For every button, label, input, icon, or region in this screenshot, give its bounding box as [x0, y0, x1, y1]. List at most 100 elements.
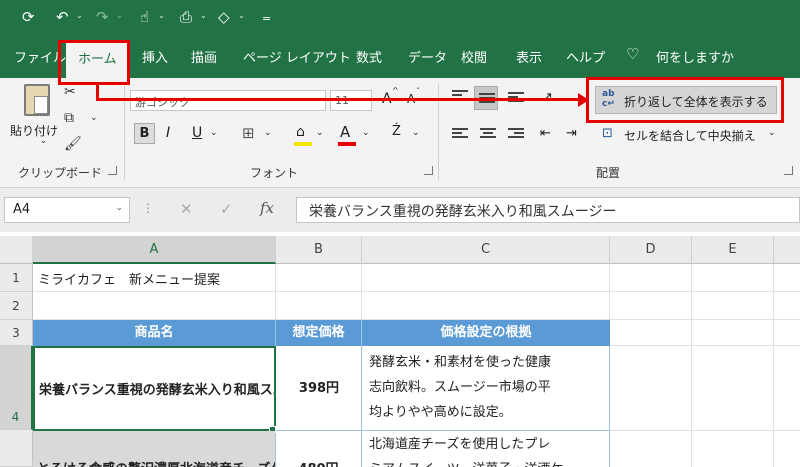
fill-color-bar [294, 142, 312, 146]
gridline [691, 264, 692, 467]
gridline [361, 264, 362, 320]
chevron-down-icon: ⌄ [115, 203, 123, 213]
formula-bar-grip-icon: ⋮ [142, 201, 154, 215]
paste-icon[interactable] [24, 84, 50, 116]
font-color-bar [338, 142, 356, 146]
italic-button[interactable]: I [166, 125, 170, 141]
borders-icon[interactable]: ⊞ [242, 124, 255, 142]
annotation-box-wrap-text [586, 77, 784, 123]
tab-formulas[interactable]: 数式 [356, 47, 382, 66]
enter-icon[interactable]: ✓ [220, 200, 233, 218]
touch-dropdown-icon[interactable]: ⌄ [158, 11, 165, 20]
undo-dropdown-icon[interactable]: ⌄ [76, 11, 83, 20]
column-header-d[interactable]: D [610, 236, 692, 264]
column-header-b[interactable]: B [276, 236, 362, 264]
bold-button[interactable]: B [134, 123, 155, 144]
row-header-5[interactable] [0, 430, 33, 467]
redo-dropdown-icon[interactable]: ⌄ [116, 11, 123, 20]
cell-c5-line: 北海道産チーズを使用したプレ [369, 437, 551, 452]
tab-review[interactable]: 校閲 [461, 47, 487, 66]
table-border [361, 346, 362, 467]
tab-view[interactable]: 表示 [516, 47, 542, 66]
cell-a5-text: とろける食感の贅沢濃厚北海道産チーズケーキ [37, 458, 275, 467]
group-label-alignment: 配置 [596, 166, 621, 180]
cell-b5[interactable]: 480円 [276, 431, 361, 467]
print-preview-icon[interactable]: ⎙ [180, 8, 192, 26]
tab-data[interactable]: データ [408, 47, 447, 66]
tab-insert[interactable]: 挿入 [142, 47, 168, 66]
align-left-icon[interactable] [452, 128, 468, 142]
tab-draw[interactable]: 描画 [191, 47, 217, 66]
cut-icon[interactable]: ✂ [64, 82, 76, 102]
row-header-1[interactable]: 1 [0, 264, 33, 292]
formula-input[interactable]: 栄養バランス重視の発酵玄米入り和風スムージー [296, 197, 800, 223]
column-header-f[interactable] [774, 236, 800, 264]
select-all-corner[interactable] [0, 236, 33, 264]
table-header-price[interactable]: 想定価格 [276, 320, 362, 346]
cell-c4[interactable]: 発酵玄米・和素材を使った健康 志向飲料。スムージー市場の平 均よりやや高めに設定… [369, 350, 551, 425]
font-color-button[interactable]: A [340, 123, 350, 141]
merge-dropdown-icon[interactable]: ⌄ [768, 128, 776, 138]
autosave-icon[interactable]: ⟳ [22, 8, 35, 26]
font-color-dropdown-icon[interactable]: ⌄ [362, 128, 370, 138]
phonetic-icon[interactable]: Ź [392, 124, 401, 139]
cell-b4[interactable]: 398円 [276, 377, 362, 396]
clipboard-launcher-icon[interactable] [108, 166, 117, 175]
copy-dropdown-icon[interactable]: ⌄ [90, 108, 98, 128]
copy-icon[interactable]: ⧉ [64, 108, 74, 128]
table-header-name[interactable]: 商品名 [33, 320, 276, 346]
group-label-font: フォント [250, 166, 299, 180]
formula-buttons: ✕ ✓ fx [158, 197, 294, 223]
tab-help[interactable]: ヘルプ [566, 47, 605, 66]
paste-dropdown-icon[interactable]: ⌄ [40, 136, 47, 145]
undo-icon[interactable]: ↶ [56, 8, 69, 26]
cell-a1[interactable]: ミライカフェ 新メニュー提案 [38, 269, 220, 288]
cell-a4-text: 栄養バランス重視の発酵玄米入り和風スムージー [39, 383, 274, 398]
column-header-c[interactable]: C [362, 236, 610, 264]
decrease-indent-icon[interactable]: ⇤ [540, 126, 551, 141]
redo-icon[interactable]: ↷ [96, 8, 109, 26]
merge-center-button[interactable]: セルを結合して中央揃え [624, 127, 756, 144]
cell-a5[interactable]: とろける食感の贅沢濃厚北海道産チーズケーキ [33, 431, 275, 467]
column-header-a[interactable]: A [33, 236, 276, 264]
format-painter-icon[interactable]: 🖌 [64, 134, 82, 154]
alignment-launcher-icon[interactable] [784, 166, 793, 175]
cancel-icon[interactable]: ✕ [180, 200, 193, 218]
tab-page-layout[interactable]: ページ レイアウト [243, 47, 351, 66]
tell-me-search[interactable]: 何をしますか [656, 47, 734, 66]
table-header-basis[interactable]: 価格設定の根拠 [362, 320, 610, 346]
row-header-2[interactable]: 2 [0, 292, 33, 320]
align-right-icon[interactable] [508, 128, 524, 142]
gridline [610, 345, 800, 346]
cell-c5[interactable]: 北海道産チーズを使用したプレ ミアムスイーツ。洋菓子・洋酒ケ [369, 431, 609, 467]
insert-function-button[interactable]: fx [260, 199, 274, 217]
increase-indent-icon[interactable]: ⇥ [566, 126, 577, 141]
merge-center-icon[interactable]: ⊡ [602, 126, 613, 141]
name-box[interactable]: A4 ⌄ [4, 197, 130, 223]
cell-c4-line: 均よりやや高めに設定。 [369, 405, 512, 420]
underline-button[interactable]: U [192, 125, 202, 141]
borders-dropdown-icon[interactable]: ⌄ [264, 128, 272, 138]
shape-dropdown-icon[interactable]: ⌄ [238, 11, 245, 20]
group-label-clipboard: クリップボード [18, 166, 103, 180]
phonetic-dropdown-icon[interactable]: ⌄ [412, 128, 420, 138]
cell-a4-selected[interactable]: 栄養バランス重視の発酵玄米入り和風スムージー [33, 346, 276, 431]
font-launcher-icon[interactable] [424, 166, 433, 175]
shape-icon[interactable]: ◇ [218, 8, 230, 26]
annotation-line [96, 98, 580, 101]
column-header-e[interactable]: E [692, 236, 774, 264]
paste-button[interactable]: 貼り付け [10, 122, 58, 139]
align-center-icon[interactable] [480, 128, 496, 142]
customize-qat-icon[interactable]: = [262, 10, 271, 28]
gridline [275, 264, 276, 320]
touch-mode-icon[interactable]: ☝ [140, 8, 149, 26]
row-header-3[interactable]: 3 [0, 320, 33, 346]
row-header-4[interactable]: 4 [0, 346, 33, 430]
align-top-icon[interactable] [452, 90, 468, 104]
formula-bar: A4 ⌄ ⋮ ✕ ✓ fx 栄養バランス重視の発酵玄米入り和風スムージー [0, 188, 800, 232]
fill-color-icon[interactable]: ⌂ [296, 124, 305, 140]
underline-dropdown-icon[interactable]: ⌄ [210, 128, 218, 138]
fill-dropdown-icon[interactable]: ⌄ [316, 128, 324, 138]
print-dropdown-icon[interactable]: ⌄ [200, 11, 207, 20]
lightbulb-icon[interactable]: ♡ [626, 45, 639, 63]
